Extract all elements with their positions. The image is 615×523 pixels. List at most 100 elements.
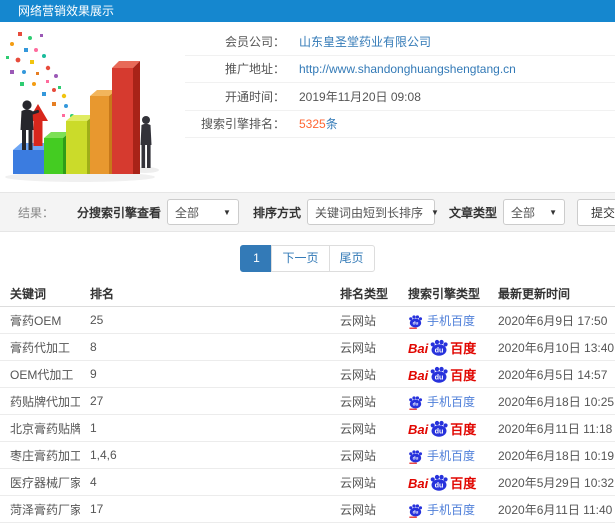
pagination: 1 下一页 尾页 (0, 245, 615, 272)
rank-cell[interactable]: 9 (80, 360, 330, 388)
sort-select[interactable]: 关键词由短到长排序 ▼ (306, 199, 439, 225)
member-company-link[interactable]: 山东皇圣堂药业有限公司 (299, 33, 431, 50)
baidu-logo: Bai du 百度 (408, 420, 477, 437)
seo-rank-label: 搜索引擎排名： (200, 117, 285, 132)
field-seo-rank-count: 搜索引擎排名： 5325条 (185, 111, 615, 138)
submit-button[interactable]: 提交 (577, 198, 615, 226)
article-type-select[interactable]: 全部 ▼ (503, 199, 565, 225)
sort-value: 关键词由短到长排序 (314, 205, 423, 220)
open-time-label: 开通时间： (224, 89, 285, 104)
table-row: OEM代加工 9 云网站 Bai du 百度 2020年6月5日 14:57 (0, 360, 615, 388)
table-row: 药贴牌代加工 27 云网站 du 手机百度 2020年6月18日 10:25 (0, 387, 615, 415)
svg-text:du: du (435, 480, 444, 489)
rank-type-cell: 云网站 (330, 414, 398, 442)
rank-cell[interactable]: 17 (80, 495, 330, 523)
engine-label: 手机百度 (427, 394, 476, 409)
page-next-button[interactable]: 下一页 (271, 245, 330, 272)
chevron-down-icon: ▼ (223, 207, 231, 217)
businessman-right (140, 116, 152, 168)
rank-cell[interactable]: 25 (80, 306, 330, 334)
rank-type-cell: 云网站 (330, 333, 398, 361)
rank-cell[interactable]: 8 (80, 333, 330, 361)
baidu-paw-icon: du (430, 339, 448, 356)
keyword-cell: 膏药OEM (0, 306, 80, 334)
table-row: 医疗器械厂家 4 云网站 Bai du 百度 2020年5月29日 10:32 (0, 468, 615, 496)
filter-bar: 结果： 分搜索引擎查看 全部 ▼ 排序方式 关键词由短到长排序 ▼ 文章类型 全… (0, 192, 615, 232)
svg-text:du: du (435, 345, 444, 354)
engine-type-cell: Bai du 百度 (398, 468, 488, 496)
engine-type-cell: du 手机百度 (398, 441, 488, 469)
member-info-fields: 会员公司： 山东皇圣堂药业有限公司 推广地址： http://www.shand… (185, 28, 615, 138)
table-row: 膏药OEM 25 云网站 du 手机百度 2020年6月9日 17:50 (0, 306, 615, 334)
chevron-down-icon: ▼ (549, 207, 557, 217)
updated-cell: 2020年6月5日 14:57 (488, 360, 615, 388)
rank-type-cell: 云网站 (330, 441, 398, 469)
keyword-cell: OEM代加工 (0, 360, 80, 388)
engine-filter-label: 分搜索引擎查看 (76, 205, 161, 220)
keyword-cell: 枣庄膏药加工 (0, 441, 80, 469)
bar-yellowgreen (66, 115, 94, 174)
header-keyword: 关键词 (0, 281, 80, 307)
engine-type-cell: Bai du 百度 (398, 414, 488, 442)
field-promo-url: 推广地址： http://www.shandonghuangshengtang.… (185, 56, 615, 83)
page-last-button[interactable]: 尾页 (328, 245, 375, 272)
svg-text:du: du (435, 372, 444, 381)
page-title: 网络营销效果展示 (18, 4, 115, 18)
svg-text:du: du (413, 401, 419, 407)
results-table: 关键词 排名 排名类型 搜索引擎类型 最新更新时间 膏药OEM 25 云网站 du 手机… (0, 281, 615, 523)
engine-filter-select[interactable]: 全部 ▼ (166, 199, 239, 225)
growth-chart-image (5, 32, 159, 182)
rank-type-cell: 云网站 (330, 495, 398, 523)
engine-type-cell: Bai du 百度 (398, 360, 488, 388)
baidu-paw-icon: du (409, 503, 423, 518)
results-table-body: 膏药OEM 25 云网站 du 手机百度 2020年6月9日 17:50 膏药代加工 8 云网站… (0, 306, 615, 523)
rank-type-cell: 云网站 (330, 387, 398, 415)
engine-label: 手机百度 (427, 448, 476, 463)
seo-rank-unit: 条 (325, 117, 338, 132)
mobile-baidu-logo: du 手机百度 (408, 314, 475, 329)
table-row: 膏药代加工 8 云网站 Bai du 百度 2020年6月10日 13:40 (0, 333, 615, 361)
article-type-value: 全部 (511, 205, 536, 220)
rank-cell[interactable]: 1 (80, 414, 330, 442)
baidu-paw-icon: du (430, 474, 448, 491)
bar-chart-illustration (0, 28, 190, 186)
confetti-dots (6, 32, 74, 118)
table-row: 菏泽膏药厂家 17 云网站 du 手机百度 2020年6月11日 11:40 (0, 495, 615, 523)
seo-rank-count: 5325 (299, 117, 326, 132)
rank-cell[interactable]: 27 (80, 387, 330, 415)
rank-type-cell: 云网站 (330, 360, 398, 388)
baidu-logo: Bai du 百度 (408, 339, 477, 356)
baidu-paw-icon: du (409, 395, 423, 410)
chevron-down-icon: ▼ (431, 207, 439, 217)
info-section: 会员公司： 山东皇圣堂药业有限公司 推广地址： http://www.shand… (0, 22, 615, 192)
bar-red (112, 61, 140, 174)
engine-type-cell: Bai du 百度 (398, 333, 488, 361)
svg-text:du: du (435, 426, 444, 435)
updated-cell: 2020年6月18日 10:19 (488, 441, 615, 469)
table-row: 枣庄膏药加工 1,4,6 云网站 du 手机百度 2020年6月18日 10:19 (0, 441, 615, 469)
mobile-baidu-logo: du 手机百度 (408, 394, 476, 410)
table-row: 北京膏药贴牌 1 云网站 Bai du 百度 2020年6月11日 11:18 (0, 414, 615, 442)
rank-cell[interactable]: 4 (80, 468, 330, 496)
mobile-baidu-logo: du 手机百度 (408, 448, 476, 464)
keyword-cell: 北京膏药贴牌 (0, 414, 80, 442)
field-member-company: 会员公司： 山东皇圣堂药业有限公司 (185, 28, 615, 56)
promo-url-link[interactable]: http://www.shandonghuangshengtang.cn (299, 62, 516, 76)
svg-text:du: du (413, 509, 419, 515)
rank-cell[interactable]: 1,4,6 (80, 441, 330, 469)
keyword-cell: 医疗器械厂家 (0, 468, 80, 496)
keyword-cell: 菏泽膏药厂家 (0, 495, 80, 523)
engine-type-cell: du 手机百度 (398, 306, 488, 334)
baidu-paw-icon: du (409, 449, 423, 464)
page-current[interactable]: 1 (240, 245, 273, 272)
sort-label: 排序方式 (252, 205, 301, 220)
page-title-bar: 网络营销效果展示 (0, 0, 615, 22)
engine-type-cell: du 手机百度 (398, 495, 488, 523)
header-engine-type: 搜索引擎类型 (398, 281, 488, 307)
updated-cell: 2020年5月29日 10:32 (488, 468, 615, 496)
svg-text:du: du (413, 320, 419, 326)
updated-cell: 2020年6月9日 17:50 (488, 306, 615, 334)
svg-text:du: du (413, 455, 419, 461)
member-company-label: 会员公司： (224, 34, 285, 49)
open-time-value: 2019年11月20日 09:08 (299, 89, 421, 104)
